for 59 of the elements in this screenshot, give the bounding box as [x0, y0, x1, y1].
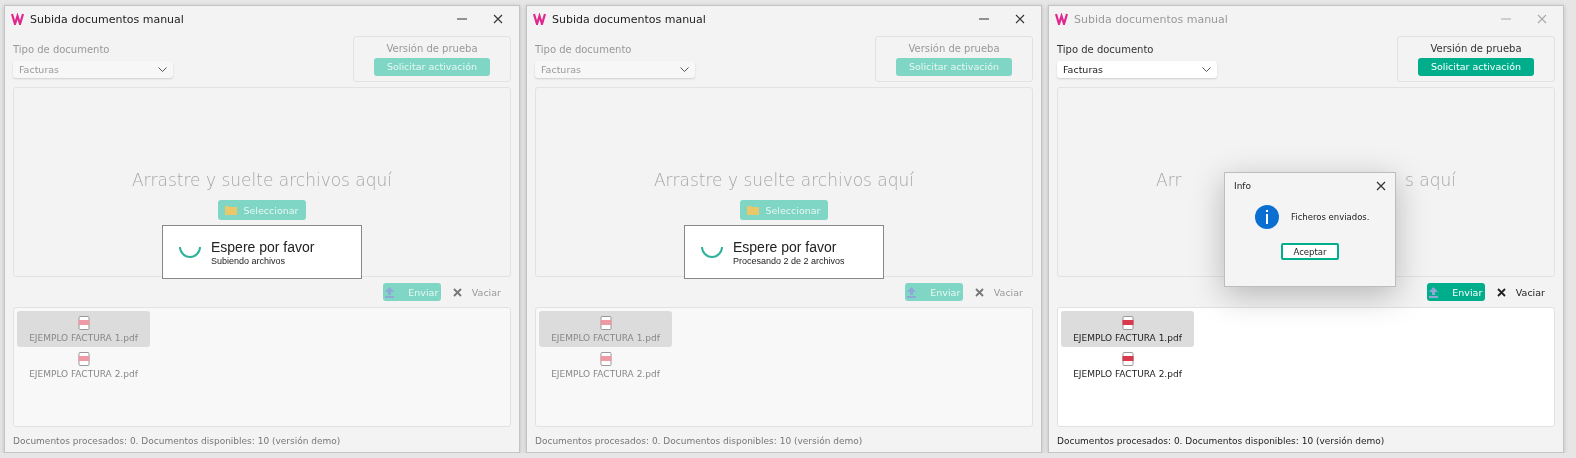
pdf-file-icon: [1121, 351, 1134, 366]
document-type-label: Tipo de documento: [535, 44, 633, 55]
drop-zone-text: Arrastre y suelte archivos aquí: [653, 170, 915, 190]
pdf-file-icon: [1121, 315, 1134, 330]
pdf-file-icon: [599, 351, 612, 366]
progress-message: Subiendo archivos: [211, 255, 287, 266]
close-icon: [452, 287, 462, 297]
upload-icon: [907, 286, 917, 298]
folder-icon: [225, 205, 238, 215]
trial-title: Versión de prueba: [908, 42, 1000, 54]
loading-spinner-icon: [701, 246, 723, 258]
trial-title: Versión de prueba: [386, 42, 478, 54]
window-title: Subida documentos manual: [552, 12, 707, 26]
chevron-down-icon: [158, 67, 167, 72]
clear-button[interactable]: Vaciar: [1492, 286, 1549, 298]
upload-icon: [385, 286, 395, 298]
status-text: Documentos procesados: 0. Documentos disponibles: 10 (versión demo): [13, 435, 342, 448]
pdf-file-icon: [77, 351, 90, 366]
status-text: Documentos procesados: 0. Documentos disponibles: 10 (versión demo): [535, 435, 864, 448]
minimize-icon: [1501, 18, 1511, 20]
app-logo-icon: [11, 13, 24, 25]
close-icon: [1496, 287, 1506, 297]
close-icon: [1537, 14, 1547, 24]
status-text: Documentos procesados: 0. Documentos disponibles: 10 (versión demo): [1057, 435, 1386, 448]
file-item[interactable]: EJEMPLO FACTURA 2.pdf: [1061, 347, 1194, 383]
window-title: Subida documentos manual: [30, 12, 185, 26]
send-button[interactable]: Enviar: [1426, 283, 1485, 301]
close-icon: [1015, 14, 1025, 24]
file-item[interactable]: EJEMPLO FACTURA 1.pdf: [1061, 311, 1194, 347]
app-logo-icon: [1055, 13, 1068, 25]
close-icon: [974, 287, 984, 297]
document-type-dropdown[interactable]: Facturas: [1057, 61, 1217, 78]
loading-spinner-icon: [179, 246, 201, 258]
info-icon: [1255, 205, 1279, 229]
upload-icon: [1429, 286, 1439, 298]
close-icon: [493, 14, 503, 24]
minimize-icon: [457, 18, 467, 20]
progress-message: Procesando 2 de 2 archivos: [733, 255, 845, 266]
window-title: Subida documentos manual: [1074, 12, 1229, 26]
app-logo-icon: [533, 13, 546, 25]
drop-zone-text: Arrastre y suelte archivos aquí: [131, 170, 393, 190]
dialog-message: Ficheros enviados.: [1291, 212, 1370, 222]
request-activation-button[interactable]: Solicitar activación: [1418, 57, 1534, 76]
chevron-down-icon: [1202, 67, 1211, 72]
minimize-icon: [979, 18, 989, 20]
folder-icon: [747, 205, 760, 215]
document-type-label: Tipo de documento: [13, 44, 111, 55]
document-type-label: Tipo de documento: [1057, 44, 1155, 55]
close-icon: [1376, 181, 1386, 191]
pdf-file-icon: [77, 315, 90, 330]
drop-zone-text: s aquí: [1405, 170, 1456, 190]
chevron-down-icon: [680, 67, 689, 72]
drop-zone-text: Arr: [1156, 170, 1182, 190]
trial-title: Versión de prueba: [1430, 42, 1522, 54]
accept-button[interactable]: Aceptar: [1281, 243, 1339, 260]
dialog-title: Info: [1234, 181, 1252, 191]
progress-title: Espere por favor: [211, 238, 315, 255]
pdf-file-icon: [599, 315, 612, 330]
progress-title: Espere por favor: [733, 238, 838, 255]
